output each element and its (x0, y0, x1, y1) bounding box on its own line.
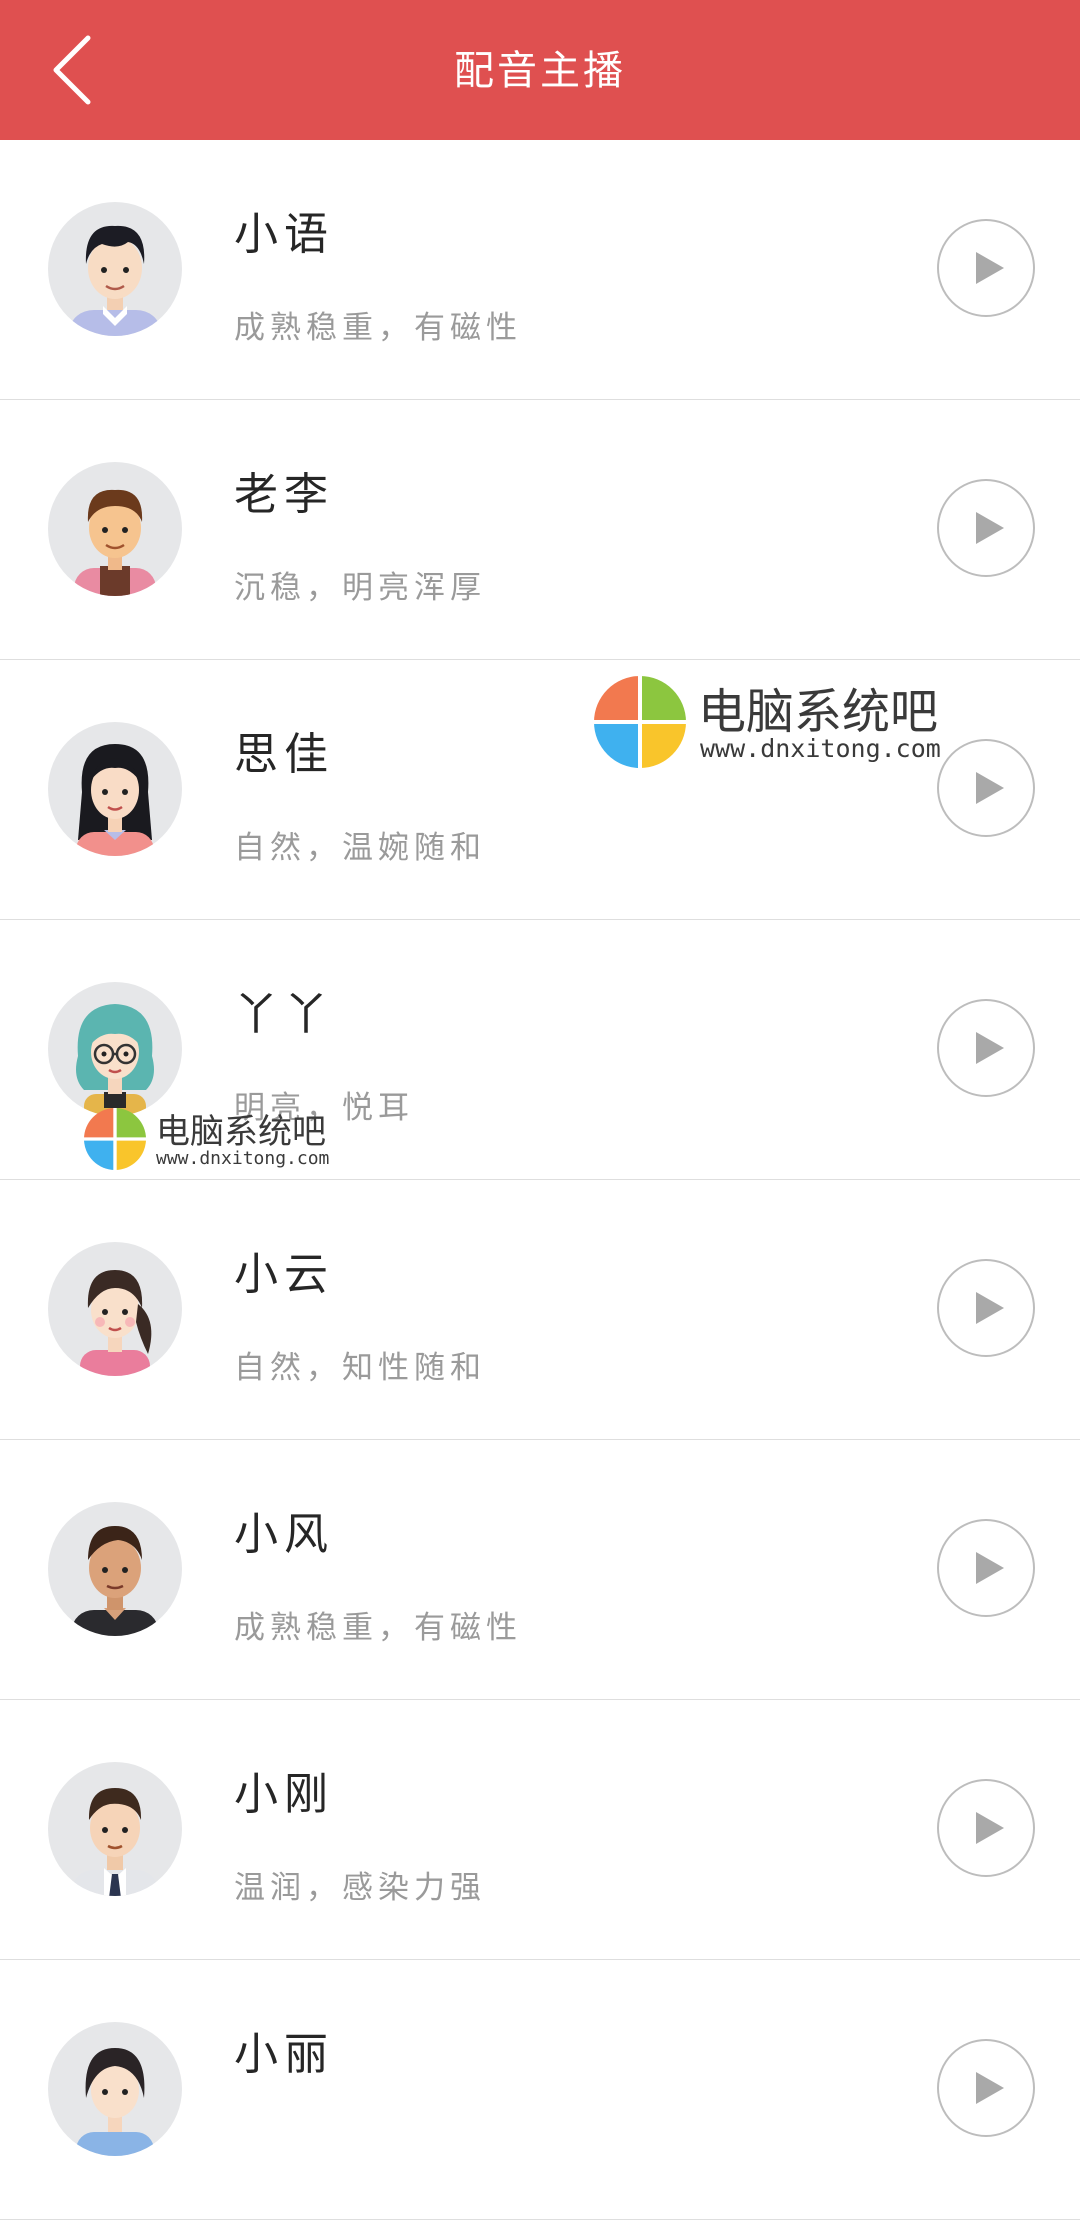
anchor-name: 老李 (234, 469, 334, 520)
play-button[interactable] (936, 2038, 1036, 2138)
play-icon (937, 1519, 1035, 1617)
play-icon (937, 1779, 1035, 1877)
avatar (48, 202, 182, 336)
play-button[interactable] (936, 478, 1036, 578)
anchor-list: 小语 成熟稳重，有磁性 老李 沉稳，明亮浑厚 思佳 自然，温婉随和 丫丫 明亮，… (0, 140, 1080, 2220)
play-icon (937, 479, 1035, 577)
play-button[interactable] (936, 998, 1036, 1098)
list-item[interactable]: 小云 自然，知性随和 (0, 1180, 1080, 1440)
avatar (48, 1502, 182, 1636)
avatar (48, 722, 182, 856)
anchor-description: 成熟稳重，有磁性 (234, 1610, 522, 1646)
play-icon (937, 219, 1035, 317)
list-item[interactable]: 小丽 (0, 1960, 1080, 2220)
anchor-name: 小风 (234, 1509, 334, 1560)
list-item[interactable]: 小风 成熟稳重，有磁性 (0, 1440, 1080, 1700)
anchor-description: 自然，知性随和 (234, 1350, 486, 1386)
anchor-description: 沉稳，明亮浑厚 (234, 570, 486, 606)
anchor-name: 小丽 (234, 2029, 334, 2080)
avatar (48, 462, 182, 596)
play-icon (937, 739, 1035, 837)
anchor-name: 小刚 (234, 1769, 334, 1820)
page-title: 配音主播 (454, 48, 626, 94)
list-item[interactable]: 小语 成熟稳重，有磁性 (0, 140, 1080, 400)
play-icon (937, 2039, 1035, 2137)
app-header: 配音主播 (0, 0, 1080, 140)
list-item[interactable]: 思佳 自然，温婉随和 (0, 660, 1080, 920)
list-item[interactable]: 丫丫 明亮，悦耳 (0, 920, 1080, 1180)
anchor-name: 丫丫 (234, 989, 334, 1040)
play-button[interactable] (936, 1258, 1036, 1358)
play-button[interactable] (936, 1778, 1036, 1878)
play-icon (937, 1259, 1035, 1357)
anchor-description: 成熟稳重，有磁性 (234, 310, 522, 346)
anchor-description: 自然，温婉随和 (234, 830, 486, 866)
list-item[interactable]: 老李 沉稳，明亮浑厚 (0, 400, 1080, 660)
avatar (48, 982, 182, 1116)
play-button[interactable] (936, 1518, 1036, 1618)
play-button[interactable] (936, 738, 1036, 838)
avatar (48, 1242, 182, 1376)
avatar (48, 2022, 182, 2156)
avatar (48, 1762, 182, 1896)
play-icon (937, 999, 1035, 1097)
anchor-name: 小云 (234, 1249, 334, 1300)
list-item[interactable]: 小刚 温润，感染力强 (0, 1700, 1080, 1960)
anchor-name: 小语 (234, 209, 334, 260)
anchor-name: 思佳 (234, 729, 334, 780)
play-button[interactable] (936, 218, 1036, 318)
anchor-description: 温润，感染力强 (234, 1870, 486, 1906)
anchor-description: 明亮，悦耳 (234, 1090, 414, 1126)
